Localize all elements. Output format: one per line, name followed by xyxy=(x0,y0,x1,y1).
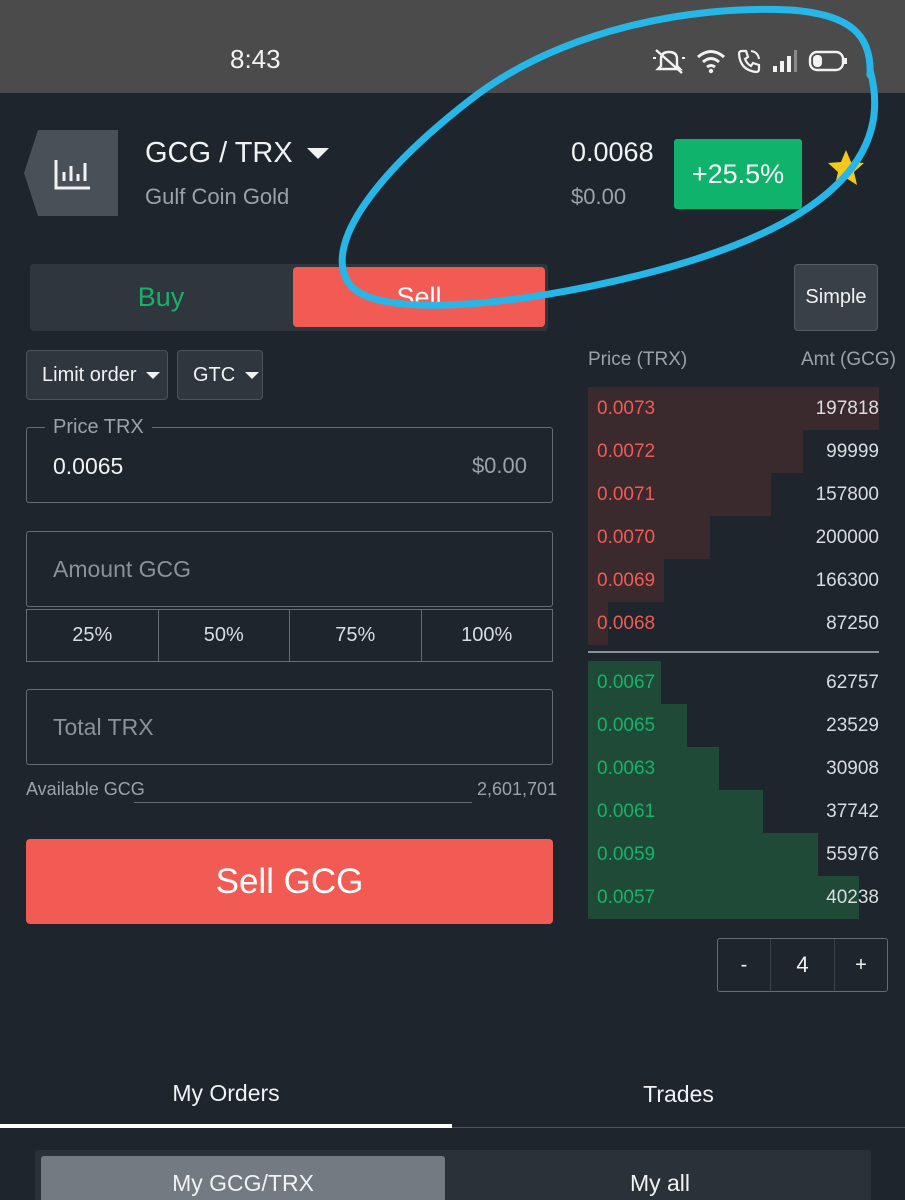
row-amount: 99999 xyxy=(826,441,879,462)
bid-row[interactable]: 0.0057 40238 xyxy=(588,876,879,919)
ask-row[interactable]: 0.0073 197818 xyxy=(588,387,879,430)
available-label: Available GCG xyxy=(26,779,145,799)
ask-row[interactable]: 0.0072 99999 xyxy=(588,430,879,473)
wifi-icon xyxy=(696,48,726,74)
star-icon[interactable] xyxy=(826,148,866,193)
mute-icon xyxy=(652,46,686,76)
pair-selector[interactable]: GCG / TRX xyxy=(145,137,329,170)
tab-my-orders[interactable]: My Orders xyxy=(0,1062,452,1128)
amount-placeholder: Amount GCG xyxy=(53,556,192,582)
status-bar: 8:43 xyxy=(0,0,905,93)
ask-row[interactable]: 0.0071 157800 xyxy=(588,473,879,516)
row-amount: 157800 xyxy=(815,484,879,505)
ask-row[interactable]: 0.0068 87250 xyxy=(588,602,879,645)
bid-row[interactable]: 0.0059 55976 xyxy=(588,833,879,876)
usd-price: $0.00 xyxy=(571,184,627,209)
battery-icon xyxy=(808,49,848,73)
percent-75-button[interactable]: 75% xyxy=(290,610,422,661)
row-price: 0.0070 xyxy=(597,527,656,548)
orderbook-divider xyxy=(588,651,879,653)
buy-tab[interactable]: Buy xyxy=(30,264,292,331)
order-type-select[interactable]: Limit order xyxy=(26,350,168,400)
price-value: 0.0065 xyxy=(53,453,124,479)
grouping-stepper: - 4 + xyxy=(717,938,888,992)
caret-down-icon xyxy=(245,371,260,379)
ask-row[interactable]: 0.0070 200000 xyxy=(588,516,879,559)
grouping-increase-button[interactable]: + xyxy=(835,939,887,991)
tab-trades[interactable]: Trades xyxy=(452,1062,905,1128)
row-amount: 166300 xyxy=(815,570,879,591)
available-value: 2,601,701 xyxy=(477,779,558,799)
change-badge: +25.5% xyxy=(674,139,802,209)
row-amount: 197818 xyxy=(815,398,879,419)
total-field[interactable]: Total TRX xyxy=(26,689,553,765)
percent-25-button[interactable]: 25% xyxy=(27,610,159,661)
row-amount: 55976 xyxy=(826,844,879,865)
call-icon xyxy=(736,48,762,74)
amount-field[interactable]: Amount GCG xyxy=(26,531,553,607)
side-toggle: Buy Sell xyxy=(30,264,548,331)
bid-row[interactable]: 0.0061 37742 xyxy=(588,790,879,833)
sell-submit-button[interactable]: Sell GCG xyxy=(26,839,553,924)
row-price: 0.0063 xyxy=(597,758,656,779)
price-usd: $0.00 xyxy=(471,453,527,478)
row-amount: 200000 xyxy=(815,527,879,548)
row-price: 0.0068 xyxy=(597,613,656,634)
row-amount: 23529 xyxy=(826,715,879,736)
row-price: 0.0059 xyxy=(597,844,656,865)
row-amount: 37742 xyxy=(826,801,879,822)
row-amount: 30908 xyxy=(826,758,879,779)
row-price: 0.0065 xyxy=(597,715,656,736)
chart-button[interactable] xyxy=(24,130,118,216)
orderbook-amount-header: Amt (GCG) xyxy=(801,349,896,370)
pair-label: GCG / TRX xyxy=(145,137,293,169)
subtab-my-all[interactable]: My all xyxy=(455,1156,865,1200)
status-time: 8:43 xyxy=(230,44,281,74)
signal-icon xyxy=(772,49,798,73)
orderbook-price-header: Price (TRX) xyxy=(588,349,688,370)
percent-100-button[interactable]: 100% xyxy=(422,610,553,661)
orders-subtabs: My GCG/TRX My all xyxy=(35,1150,871,1200)
row-price: 0.0072 xyxy=(597,441,656,462)
chart-icon xyxy=(24,130,118,216)
last-price: 0.0068 xyxy=(571,137,654,167)
caret-down-icon xyxy=(306,148,329,159)
order-type-value: Limit order xyxy=(42,363,137,386)
percent-row: 25% 50% 75% 100% xyxy=(26,609,553,662)
available-divider xyxy=(134,802,472,803)
time-in-force-select[interactable]: GTC xyxy=(177,350,263,400)
row-price: 0.0073 xyxy=(597,398,656,419)
ask-row[interactable]: 0.0069 166300 xyxy=(588,559,879,602)
sell-tab[interactable]: Sell xyxy=(293,267,545,327)
percent-50-button[interactable]: 50% xyxy=(159,610,290,661)
row-price: 0.0061 xyxy=(597,801,656,822)
row-price: 0.0057 xyxy=(597,887,656,908)
bid-row[interactable]: 0.0063 30908 xyxy=(588,747,879,790)
subtab-my-pair[interactable]: My GCG/TRX xyxy=(41,1156,445,1200)
price-field[interactable]: Price TRX 0.0065 $0.00 xyxy=(26,416,553,503)
row-price: 0.0071 xyxy=(597,484,656,505)
caret-down-icon xyxy=(146,371,161,379)
grouping-decrease-button[interactable]: - xyxy=(718,939,770,991)
row-price: 0.0069 xyxy=(597,570,656,591)
row-amount: 40238 xyxy=(826,887,879,908)
simple-button[interactable]: Simple xyxy=(794,264,878,331)
bid-row[interactable]: 0.0065 23529 xyxy=(588,704,879,747)
time-in-force-value: GTC xyxy=(193,363,236,386)
row-amount: 87250 xyxy=(826,613,879,634)
bid-row[interactable]: 0.0067 62757 xyxy=(588,661,879,704)
status-icons xyxy=(652,44,848,78)
coin-name: Gulf Coin Gold xyxy=(145,184,290,209)
price-label: Price TRX xyxy=(45,416,152,439)
row-amount: 62757 xyxy=(826,672,879,693)
total-placeholder: Total TRX xyxy=(53,714,154,740)
grouping-value: 4 xyxy=(770,939,835,991)
row-price: 0.0067 xyxy=(597,672,656,693)
